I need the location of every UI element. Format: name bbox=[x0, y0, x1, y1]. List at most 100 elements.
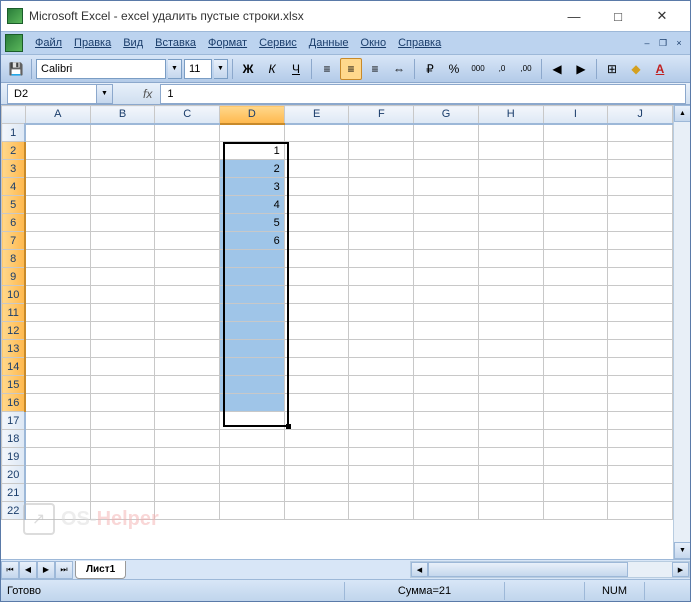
vertical-scrollbar[interactable]: ▲ ▼ bbox=[673, 105, 690, 559]
cell-G12[interactable] bbox=[414, 322, 479, 340]
cell-A11[interactable] bbox=[25, 304, 90, 322]
cell-B8[interactable] bbox=[90, 250, 155, 268]
cell-G22[interactable] bbox=[414, 502, 479, 520]
minimize-button[interactable]: — bbox=[552, 5, 596, 27]
align-center-button[interactable]: ≡ bbox=[340, 58, 362, 80]
cell-C14[interactable] bbox=[155, 358, 220, 376]
scroll-right-button[interactable]: ▶ bbox=[672, 562, 689, 577]
status-sum[interactable]: Сумма=21 bbox=[344, 582, 504, 600]
font-color-button[interactable]: A bbox=[649, 58, 671, 80]
cell-I21[interactable] bbox=[543, 484, 608, 502]
cell-A10[interactable] bbox=[25, 286, 90, 304]
cell-C2[interactable] bbox=[155, 142, 220, 160]
cell-F13[interactable] bbox=[349, 340, 414, 358]
cell-H7[interactable] bbox=[478, 232, 543, 250]
cell-G16[interactable] bbox=[414, 394, 479, 412]
cell-B6[interactable] bbox=[90, 214, 155, 232]
cell-H6[interactable] bbox=[478, 214, 543, 232]
cell-E2[interactable] bbox=[284, 142, 349, 160]
cell-I20[interactable] bbox=[543, 466, 608, 484]
cell-A5[interactable] bbox=[25, 196, 90, 214]
cell-G6[interactable] bbox=[414, 214, 479, 232]
cell-G21[interactable] bbox=[414, 484, 479, 502]
tab-nav-first[interactable]: ⏮ bbox=[1, 561, 19, 579]
cell-D3[interactable]: 2 bbox=[220, 160, 285, 178]
maximize-button[interactable]: □ bbox=[596, 5, 640, 27]
cell-F10[interactable] bbox=[349, 286, 414, 304]
cell-H21[interactable] bbox=[478, 484, 543, 502]
cell-E20[interactable] bbox=[284, 466, 349, 484]
col-header-J[interactable]: J bbox=[608, 106, 673, 124]
cell-E6[interactable] bbox=[284, 214, 349, 232]
cell-I19[interactable] bbox=[543, 448, 608, 466]
cell-J4[interactable] bbox=[608, 178, 673, 196]
cell-H19[interactable] bbox=[478, 448, 543, 466]
row-header-20[interactable]: 20 bbox=[2, 466, 26, 484]
cell-J19[interactable] bbox=[608, 448, 673, 466]
col-header-H[interactable]: H bbox=[478, 106, 543, 124]
cell-G1[interactable] bbox=[414, 124, 479, 142]
cell-F8[interactable] bbox=[349, 250, 414, 268]
cell-E18[interactable] bbox=[284, 430, 349, 448]
cell-E17[interactable] bbox=[284, 412, 349, 430]
cell-F6[interactable] bbox=[349, 214, 414, 232]
menu-view[interactable]: Вид bbox=[117, 34, 149, 52]
titlebar[interactable]: Microsoft Excel - excel удалить пустые с… bbox=[1, 1, 690, 31]
cell-I12[interactable] bbox=[543, 322, 608, 340]
cell-J14[interactable] bbox=[608, 358, 673, 376]
cell-I13[interactable] bbox=[543, 340, 608, 358]
cell-H4[interactable] bbox=[478, 178, 543, 196]
cell-B10[interactable] bbox=[90, 286, 155, 304]
cell-E19[interactable] bbox=[284, 448, 349, 466]
cell-B4[interactable] bbox=[90, 178, 155, 196]
cell-J21[interactable] bbox=[608, 484, 673, 502]
cell-B3[interactable] bbox=[90, 160, 155, 178]
menu-format[interactable]: Формат bbox=[202, 34, 253, 52]
cell-A19[interactable] bbox=[25, 448, 90, 466]
cell-E13[interactable] bbox=[284, 340, 349, 358]
cell-E5[interactable] bbox=[284, 196, 349, 214]
close-button[interactable]: ✕ bbox=[640, 5, 684, 27]
cell-E11[interactable] bbox=[284, 304, 349, 322]
cell-F12[interactable] bbox=[349, 322, 414, 340]
cell-J5[interactable] bbox=[608, 196, 673, 214]
row-header-4[interactable]: 4 bbox=[2, 178, 26, 196]
tab-nav-next[interactable]: ▶ bbox=[37, 561, 55, 579]
currency-button[interactable]: ₽ bbox=[419, 58, 441, 80]
cell-F22[interactable] bbox=[349, 502, 414, 520]
save-button[interactable]: 💾 bbox=[5, 58, 27, 80]
cell-G11[interactable] bbox=[414, 304, 479, 322]
cell-H11[interactable] bbox=[478, 304, 543, 322]
cell-C21[interactable] bbox=[155, 484, 220, 502]
cell-A17[interactable] bbox=[25, 412, 90, 430]
row-header-13[interactable]: 13 bbox=[2, 340, 26, 358]
cell-B11[interactable] bbox=[90, 304, 155, 322]
cell-J1[interactable] bbox=[608, 124, 673, 142]
row-header-10[interactable]: 10 bbox=[2, 286, 26, 304]
cell-C10[interactable] bbox=[155, 286, 220, 304]
cell-F16[interactable] bbox=[349, 394, 414, 412]
cell-E4[interactable] bbox=[284, 178, 349, 196]
cell-A1[interactable] bbox=[25, 124, 90, 142]
cell-B1[interactable] bbox=[90, 124, 155, 142]
cell-D4[interactable]: 3 bbox=[220, 178, 285, 196]
cell-D17[interactable] bbox=[220, 412, 285, 430]
cell-E3[interactable] bbox=[284, 160, 349, 178]
horizontal-scrollbar[interactable]: ◀ ▶ bbox=[410, 561, 690, 578]
row-header-8[interactable]: 8 bbox=[2, 250, 26, 268]
cell-F20[interactable] bbox=[349, 466, 414, 484]
col-header-E[interactable]: E bbox=[284, 106, 349, 124]
cell-C22[interactable] bbox=[155, 502, 220, 520]
fill-handle[interactable] bbox=[286, 424, 291, 429]
font-size-box[interactable]: 11 bbox=[184, 59, 212, 79]
cell-I7[interactable] bbox=[543, 232, 608, 250]
cell-D6[interactable]: 5 bbox=[220, 214, 285, 232]
cell-B15[interactable] bbox=[90, 376, 155, 394]
cell-D11[interactable] bbox=[220, 304, 285, 322]
cell-H8[interactable] bbox=[478, 250, 543, 268]
cell-J8[interactable] bbox=[608, 250, 673, 268]
cell-B20[interactable] bbox=[90, 466, 155, 484]
cell-I6[interactable] bbox=[543, 214, 608, 232]
row-header-9[interactable]: 9 bbox=[2, 268, 26, 286]
scroll-left-button[interactable]: ◀ bbox=[411, 562, 428, 577]
